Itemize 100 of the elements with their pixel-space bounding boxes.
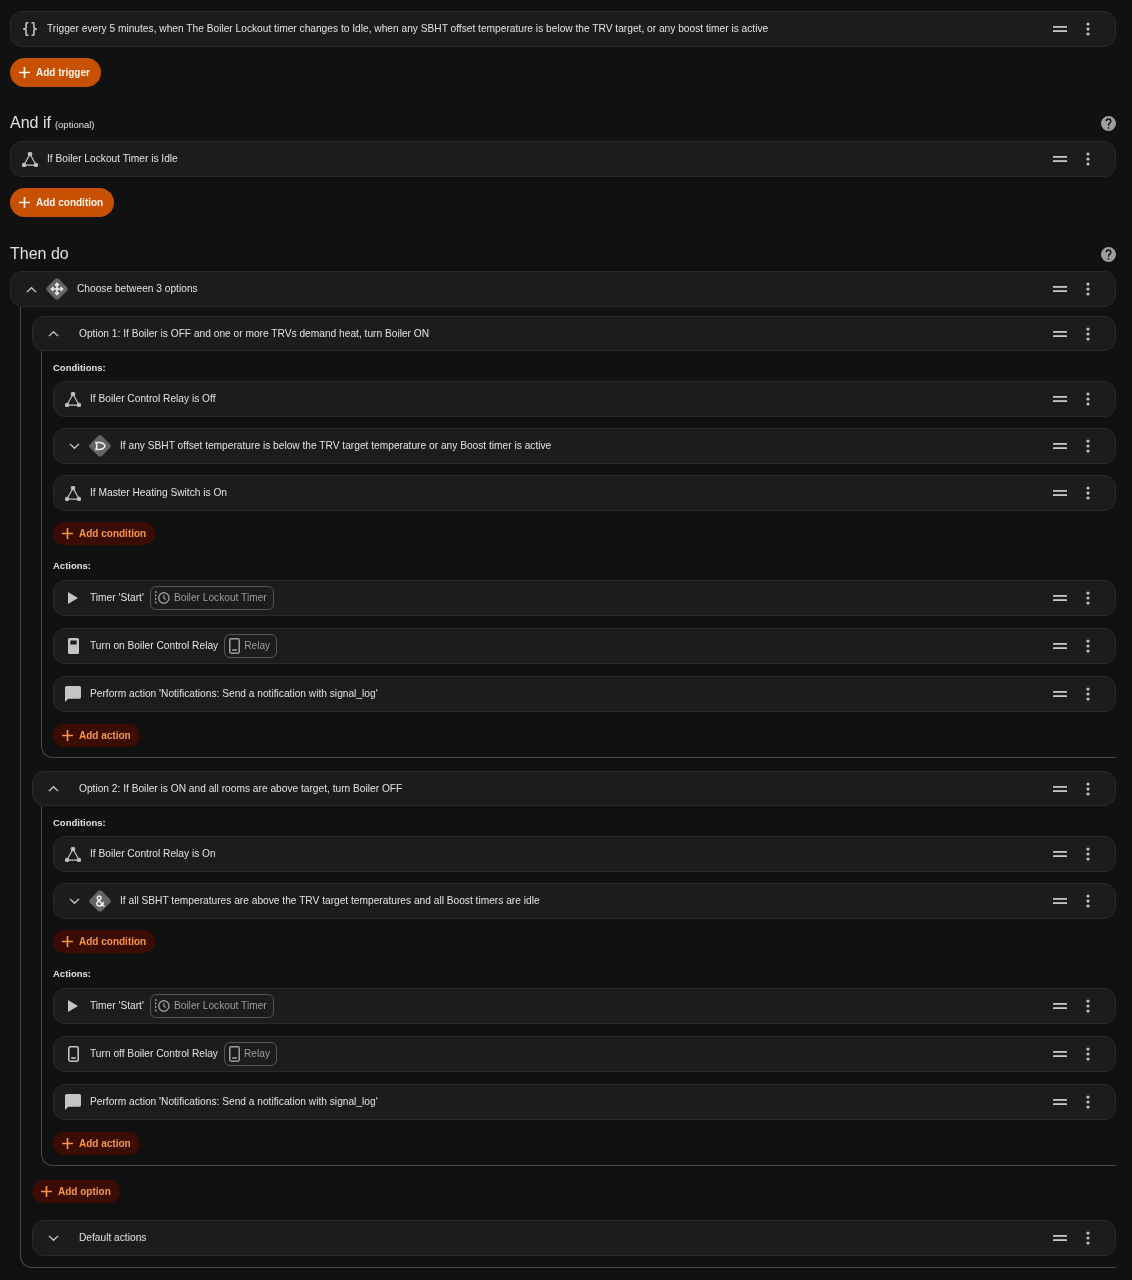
action-row[interactable]: Timer 'Start' Boiler Lockout Timer <box>53 580 1116 616</box>
chevron-down-icon[interactable] <box>48 1234 59 1242</box>
plus-icon <box>62 1138 73 1149</box>
chevron-up-icon[interactable] <box>26 285 37 293</box>
message-icon <box>65 1094 81 1110</box>
nodes-icon <box>65 391 81 407</box>
action-text: Choose between 3 options <box>77 282 198 297</box>
action-text: Timer 'Start' <box>90 591 144 606</box>
more-options-icon[interactable] <box>1086 999 1090 1013</box>
plus-icon <box>19 67 30 78</box>
drag-handle-icon[interactable] <box>1053 443 1067 449</box>
option-header[interactable]: Option 1: If Boiler is OFF and one or more TRVs demand heat, turn Boiler ON <box>32 316 1116 351</box>
add-condition-button[interactable]: Add condition <box>53 522 156 545</box>
more-options-icon[interactable] <box>1086 847 1090 861</box>
message-icon <box>65 686 81 702</box>
plus-icon <box>62 936 73 947</box>
chip-label: Relay <box>243 1047 270 1062</box>
braces-icon <box>23 22 37 36</box>
drag-handle-icon[interactable] <box>1053 785 1067 792</box>
chevron-down-icon[interactable] <box>69 897 80 905</box>
action-row[interactable]: Timer 'Start' Boiler Lockout Timer <box>53 988 1116 1024</box>
chevron-up-icon[interactable] <box>48 785 59 792</box>
switch-icon <box>67 638 79 654</box>
drag-handle-icon[interactable] <box>1053 851 1067 857</box>
add-option-button[interactable]: Add option <box>32 1180 120 1203</box>
more-options-icon[interactable] <box>1086 639 1090 653</box>
nodes-icon <box>65 846 81 862</box>
drag-handle-icon[interactable] <box>1053 898 1067 904</box>
drag-handle-icon[interactable] <box>1053 490 1067 496</box>
option-title: Option 2: If Boiler is ON and all rooms are above target, turn Boiler OFF <box>79 781 403 796</box>
condition-row[interactable]: If Boiler Lockout Timer is Idle <box>10 141 1116 177</box>
drag-handle-icon[interactable] <box>1053 595 1067 601</box>
chevron-down-icon[interactable] <box>69 442 80 450</box>
drag-handle-icon[interactable] <box>1053 1051 1067 1057</box>
action-text: Turn off Boiler Control Relay <box>90 1047 218 1062</box>
add-condition-button[interactable]: Add condition <box>53 930 156 953</box>
action-row[interactable]: Turn on Boiler Control Relay Relay <box>53 628 1116 664</box>
play-icon <box>68 592 78 604</box>
add-trigger-button[interactable]: Add trigger <box>10 58 101 87</box>
more-options-icon[interactable] <box>1086 781 1090 796</box>
drag-handle-icon[interactable] <box>1053 286 1067 292</box>
default-actions-row[interactable]: Default actions <box>32 1220 1116 1256</box>
option-header[interactable]: Option 2: If Boiler is ON and all rooms are above target, turn Boiler OFF <box>32 771 1116 806</box>
chip-label: Boiler Lockout Timer <box>173 999 267 1014</box>
more-options-icon[interactable] <box>1086 22 1090 36</box>
condition-row[interactable]: If Boiler Control Relay is Off <box>53 381 1116 417</box>
action-row[interactable]: Turn off Boiler Control Relay Relay <box>53 1036 1116 1072</box>
more-options-icon[interactable] <box>1086 1047 1090 1061</box>
more-options-icon[interactable] <box>1086 392 1090 406</box>
add-action-button[interactable]: Add action <box>53 724 140 747</box>
drag-handle-icon[interactable] <box>1053 156 1067 162</box>
more-options-icon[interactable] <box>1086 439 1090 453</box>
action-row[interactable]: Perform action 'Notifications: Send a notification with signal_log' <box>53 676 1116 712</box>
chip-label: Relay <box>244 639 271 654</box>
play-icon <box>68 1000 78 1012</box>
more-options-icon[interactable] <box>1086 687 1090 701</box>
drag-handle-icon[interactable] <box>1053 26 1067 32</box>
condition-row[interactable]: If Boiler Control Relay is On <box>53 836 1116 872</box>
drag-handle-icon[interactable] <box>1053 396 1067 402</box>
more-options-icon[interactable] <box>1086 591 1090 605</box>
action-row[interactable]: Perform action 'Notifications: Send a notification with signal_log' <box>53 1084 1116 1120</box>
default-actions-title: Default actions <box>79 1231 147 1246</box>
condition-text: If any SBHT offset temperature is below the TRV target temperature or any Boost timer is active <box>120 439 552 454</box>
clock-icon <box>154 591 170 605</box>
action-text: Perform action 'Notifications: Send a notification with signal_log' <box>90 687 378 702</box>
condition-row[interactable]: If Master Heating Switch is On <box>53 475 1116 511</box>
plus-icon <box>62 528 73 539</box>
action-row[interactable]: Choose between 3 options <box>10 271 1116 307</box>
drag-handle-icon[interactable] <box>1053 643 1067 649</box>
drag-handle-icon[interactable] <box>1053 1235 1067 1241</box>
trigger-row[interactable]: Trigger every 5 minutes, when The Boiler Lockout timer changes to Idle, when any SBHT offset temperature is below the TRV target, or any boost timer is active <box>10 11 1116 47</box>
more-options-icon[interactable] <box>1086 152 1090 166</box>
drag-handle-icon[interactable] <box>1053 330 1067 337</box>
action-text: Turn on Boiler Control Relay <box>90 639 219 654</box>
section-label: Actions: <box>53 559 91 572</box>
section-title: And if <box>10 113 51 133</box>
drag-handle-icon[interactable] <box>1053 1003 1067 1009</box>
action-text: Perform action 'Notifications: Send a notification with signal_log' <box>90 1095 378 1110</box>
condition-text: If all SBHT temperatures are above the TRV target temperatures and all Boost timers are idle <box>120 894 540 909</box>
nodes-icon <box>22 151 38 167</box>
condition-row[interactable]: If all SBHT temperatures are above the TRV target temperatures and all Boost timers are idle <box>53 883 1116 919</box>
help-icon[interactable] <box>1101 115 1116 131</box>
condition-text: If Boiler Control Relay is Off <box>90 392 216 407</box>
add-action-button[interactable]: Add action <box>53 1132 140 1155</box>
switch-icon <box>228 1046 240 1062</box>
more-options-icon[interactable] <box>1086 1095 1090 1109</box>
more-options-icon[interactable] <box>1086 1231 1090 1245</box>
more-options-icon[interactable] <box>1086 486 1090 500</box>
drag-handle-icon[interactable] <box>1053 1099 1067 1105</box>
plus-icon <box>62 730 73 741</box>
chevron-up-icon[interactable] <box>48 330 59 337</box>
add-condition-button[interactable]: Add condition <box>10 188 115 217</box>
more-options-icon[interactable] <box>1086 326 1090 341</box>
section-label: Conditions: <box>53 361 106 374</box>
more-options-icon[interactable] <box>1086 894 1090 908</box>
more-options-icon[interactable] <box>1086 282 1090 296</box>
condition-row[interactable]: If any SBHT offset temperature is below the TRV target temperature or any Boost timer is active <box>53 428 1116 464</box>
action-text: Timer 'Start' <box>90 999 144 1014</box>
drag-handle-icon[interactable] <box>1053 691 1067 697</box>
help-icon[interactable] <box>1101 246 1116 262</box>
